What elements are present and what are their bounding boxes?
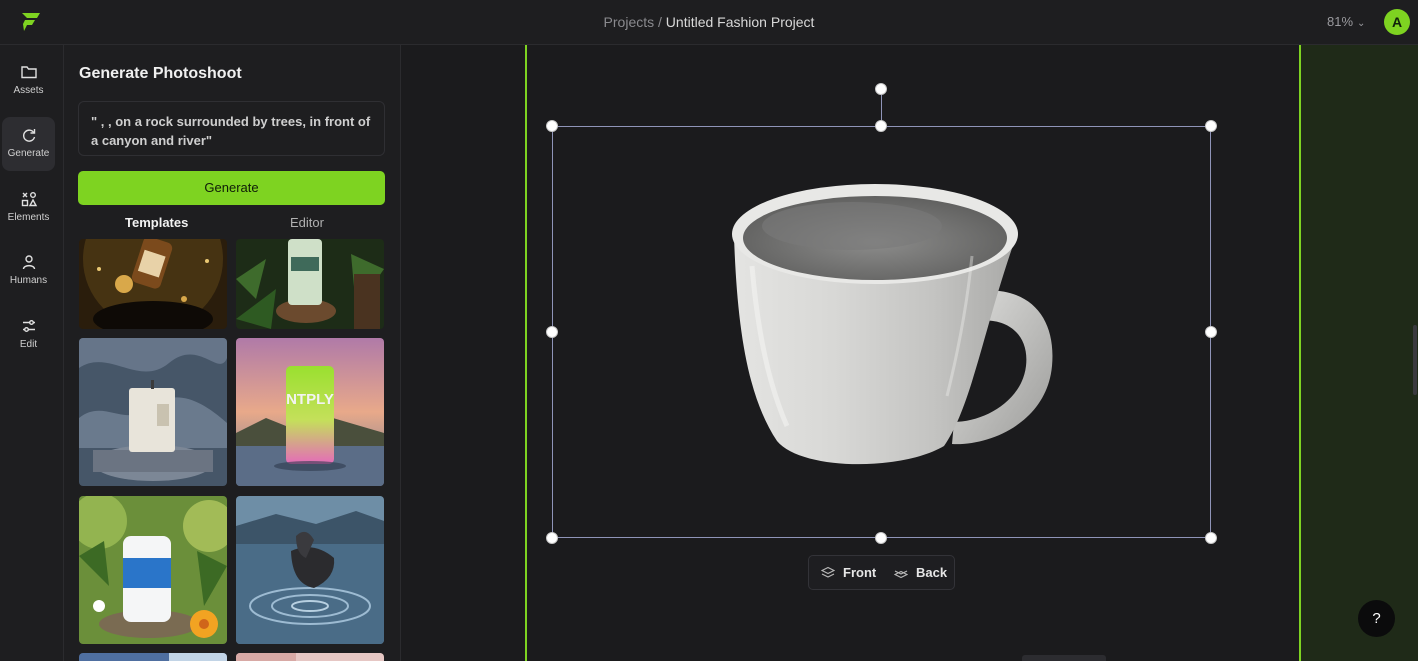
back-label: Back xyxy=(916,565,948,580)
template-thumbnail[interactable]: NTPLY xyxy=(236,338,384,486)
generate-button[interactable]: Generate xyxy=(78,171,385,205)
sidebar-rail: Assets Generate Elements Humans Edit xyxy=(0,45,64,661)
layers-down-icon xyxy=(894,570,908,579)
horizontal-scrollbar[interactable] xyxy=(1022,655,1106,661)
sidebar-item-label: Assets xyxy=(13,85,44,96)
resize-handle-bottom-right[interactable] xyxy=(1205,532,1217,544)
resize-handle-top-right[interactable] xyxy=(1205,120,1217,132)
canvas-bleed-area xyxy=(1300,45,1418,661)
panel-title: Generate Photoshoot xyxy=(79,65,242,82)
sidebar-item-elements[interactable]: Elements xyxy=(2,181,55,235)
sidebar-item-label: Generate xyxy=(7,148,50,159)
template-thumbnail[interactable] xyxy=(79,338,227,486)
tab-templates[interactable]: Templates xyxy=(125,215,188,230)
zoom-level: 81% xyxy=(1327,14,1354,29)
breadcrumb: Projects / Untitled Fashion Project xyxy=(0,14,1418,30)
artboard-left-edge xyxy=(525,45,527,661)
layers-up-icon xyxy=(821,566,835,578)
resize-handle-top[interactable] xyxy=(875,120,887,132)
resize-handle-bottom[interactable] xyxy=(875,532,887,544)
person-icon xyxy=(22,255,35,270)
resize-handle-left[interactable] xyxy=(546,326,558,338)
svg-text:NTPLY: NTPLY xyxy=(286,391,334,408)
chevron-down-icon: ⌄ xyxy=(1357,18,1366,29)
sidebar-item-generate[interactable]: Generate xyxy=(2,117,55,171)
template-thumbnail[interactable] xyxy=(236,239,384,329)
template-thumbnail[interactable] xyxy=(79,653,227,661)
rotate-handle[interactable] xyxy=(875,83,887,95)
help-button[interactable]: ? xyxy=(1358,600,1395,637)
elements-icon xyxy=(21,192,37,207)
selection-frame[interactable] xyxy=(552,126,1211,538)
generate-panel: Generate Photoshoot " , , on a rock surr… xyxy=(64,45,401,661)
resize-handle-top-left[interactable] xyxy=(546,120,558,132)
sidebar-item-label: Elements xyxy=(7,212,50,223)
sidebar-item-humans[interactable]: Humans xyxy=(2,244,55,298)
template-thumbnail[interactable] xyxy=(79,496,227,644)
prompt-input[interactable]: " , , on a rock surrounded by trees, in … xyxy=(78,101,385,156)
sidebar-item-label: Edit xyxy=(19,339,38,350)
avatar[interactable]: A xyxy=(1384,9,1410,35)
layer-order-bar: Front Back xyxy=(808,555,955,590)
sidebar-item-assets[interactable]: Assets xyxy=(2,54,55,108)
folder-icon xyxy=(20,66,37,79)
sidebar-item-edit[interactable]: Edit xyxy=(2,308,55,362)
refresh-icon xyxy=(22,129,35,142)
template-thumbnail[interactable] xyxy=(79,239,227,329)
bring-to-front-button[interactable]: Front xyxy=(821,565,877,580)
vertical-scrollbar[interactable] xyxy=(1413,325,1417,395)
artboard-right-edge xyxy=(1299,45,1301,661)
breadcrumb-separator: / xyxy=(654,14,666,30)
send-to-back-button[interactable]: Back xyxy=(894,565,948,580)
top-bar: Projects / Untitled Fashion Project 81% ⌄… xyxy=(0,0,1418,45)
sidebar-item-label: Humans xyxy=(9,275,48,286)
template-thumbnail[interactable] xyxy=(236,653,384,661)
project-name[interactable]: Untitled Fashion Project xyxy=(666,14,815,30)
front-label: Front xyxy=(843,565,877,580)
zoom-dropdown[interactable]: 81% ⌄ xyxy=(1327,14,1365,29)
breadcrumb-projects-link[interactable]: Projects xyxy=(604,14,655,30)
panel-tabs: Templates Editor xyxy=(78,213,385,235)
sliders-icon xyxy=(22,320,35,332)
resize-handle-right[interactable] xyxy=(1205,326,1217,338)
template-thumbnail[interactable] xyxy=(236,496,384,644)
tab-editor[interactable]: Editor xyxy=(290,215,324,230)
resize-handle-bottom-left[interactable] xyxy=(546,532,558,544)
